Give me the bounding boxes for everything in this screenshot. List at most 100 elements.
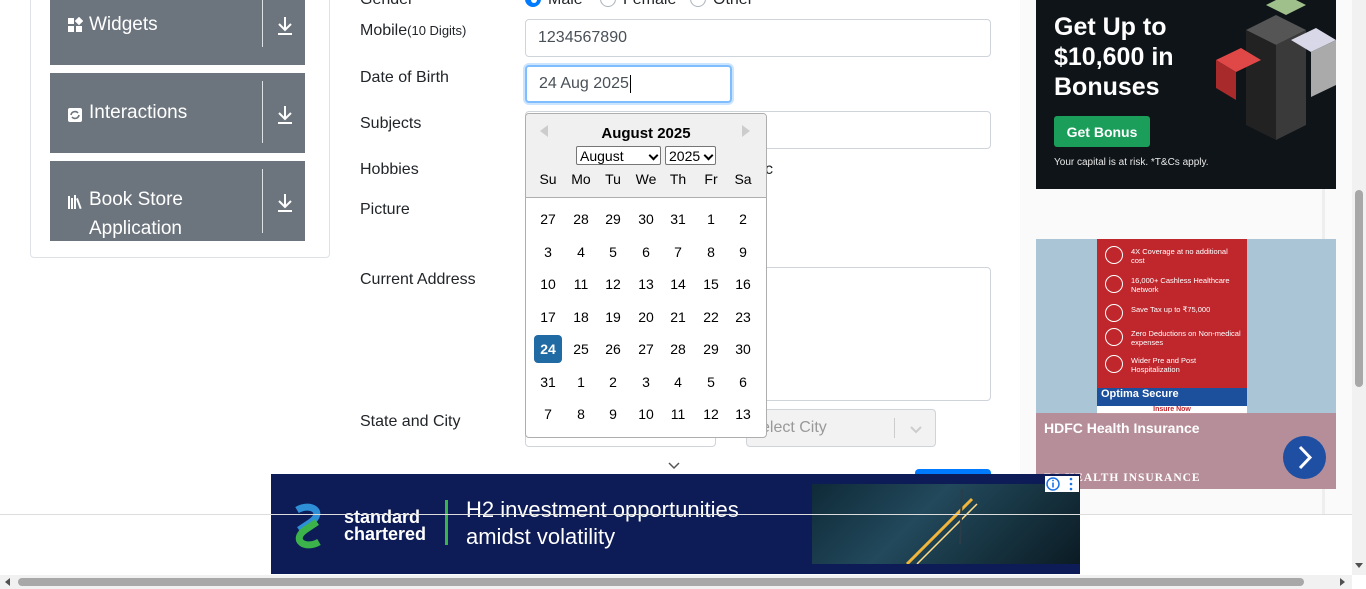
- download-arrow-icon[interactable]: [273, 103, 297, 127]
- download-arrow-icon[interactable]: [273, 191, 297, 215]
- calendar-day[interactable]: 9: [729, 238, 757, 266]
- calendar-day[interactable]: 31: [534, 368, 562, 396]
- logo-line2: chartered: [344, 524, 427, 544]
- benefit-text: Zero Deductions on Non-medical expenses: [1131, 329, 1241, 347]
- calendar-day[interactable]: 1: [567, 368, 595, 396]
- calendar-day[interactable]: 8: [567, 400, 595, 428]
- ad-hdfc-insurance[interactable]: 4X Coverage at no additional cost 16,000…: [1036, 239, 1336, 489]
- divider: [894, 418, 895, 438]
- sidebar-group-label: Interactions: [89, 102, 188, 123]
- calendar-day[interactable]: 23: [729, 303, 757, 331]
- calendar-day[interactable]: 28: [567, 205, 595, 233]
- gender-other-label[interactable]: Other: [713, 0, 753, 9]
- calendar-day[interactable]: 30: [729, 335, 757, 363]
- calendar-day[interactable]: 31: [664, 205, 692, 233]
- calendar-day[interactable]: 2: [599, 368, 627, 396]
- calendar-day[interactable]: 22: [697, 303, 725, 331]
- calendar-day[interactable]: 27: [632, 335, 660, 363]
- footer-divider: [0, 514, 1366, 515]
- calendar-day[interactable]: 26: [599, 335, 627, 363]
- datepicker-popup: August 2025 August 2025 Su Mo Tu We Th Fr Sa 2…: [525, 113, 767, 438]
- scroll-down-icon[interactable]: [1354, 560, 1364, 570]
- calendar-day[interactable]: 16: [729, 270, 757, 298]
- horizontal-scroll-thumb[interactable]: [18, 578, 1304, 586]
- gender-male-label[interactable]: Male: [548, 0, 583, 9]
- mobile-value: 1234567890: [538, 29, 627, 46]
- dob-input[interactable]: 24 Aug 2025: [525, 65, 732, 103]
- ad-cubes-graphic: [1216, 0, 1336, 140]
- gender-label: Gender: [360, 0, 413, 9]
- gender-female-radio[interactable]: [600, 0, 616, 7]
- calendar-day[interactable]: 2: [729, 205, 757, 233]
- calendar-day[interactable]: 7: [534, 400, 562, 428]
- download-arrow-icon[interactable]: [273, 14, 297, 38]
- calendar-day[interactable]: 10: [632, 400, 660, 428]
- calendar-day[interactable]: 28: [664, 335, 692, 363]
- calendar-day[interactable]: 6: [729, 368, 757, 396]
- calendar-day[interactable]: 29: [697, 335, 725, 363]
- calendar-day[interactable]: 19: [599, 303, 627, 331]
- calendar-day[interactable]: 14: [664, 270, 692, 298]
- calendar-day[interactable]: 30: [632, 205, 660, 233]
- calendar-day[interactable]: 25: [567, 335, 595, 363]
- benefit-icon: [1105, 275, 1123, 293]
- year-select[interactable]: 2025: [665, 146, 716, 165]
- day-name: Sa: [734, 171, 752, 187]
- calendar-day[interactable]: 12: [599, 270, 627, 298]
- calendar-day[interactable]: 11: [664, 400, 692, 428]
- state-city-label: State and City: [360, 413, 461, 430]
- standard-chartered-logo-icon: [295, 503, 321, 549]
- calendar-day[interactable]: 13: [729, 400, 757, 428]
- calendar-day[interactable]: 1: [697, 205, 725, 233]
- calendar-day[interactable]: 12: [697, 400, 725, 428]
- ad-choices-badge[interactable]: [1045, 476, 1079, 492]
- scroll-right-icon[interactable]: [1337, 577, 1347, 587]
- calendar-day[interactable]: 4: [664, 368, 692, 396]
- ad-next-button[interactable]: [1283, 436, 1326, 479]
- sidebar-group-book-store[interactable]: Book Store Application: [50, 161, 305, 241]
- calendar-day[interactable]: 3: [534, 238, 562, 266]
- benefit-icon: [1105, 246, 1123, 264]
- month-select[interactable]: August: [576, 146, 661, 165]
- calendar-day[interactable]: 9: [599, 400, 627, 428]
- calendar-day[interactable]: 5: [599, 238, 627, 266]
- ad-standard-chartered[interactable]: standard chartered H2 investment opportun…: [271, 474, 1080, 574]
- info-icon[interactable]: [1045, 476, 1079, 492]
- vertical-scroll-thumb[interactable]: [1355, 190, 1363, 387]
- sidebar-group-widgets[interactable]: Widgets: [50, 0, 305, 65]
- calendar-day[interactable]: 18: [567, 303, 595, 331]
- calendar-day[interactable]: 11: [567, 270, 595, 298]
- gender-male-radio[interactable]: [525, 0, 541, 7]
- ad-bridge-photo: [812, 484, 1080, 566]
- mobile-input[interactable]: 1234567890: [525, 19, 991, 57]
- calendar-day[interactable]: 5: [697, 368, 725, 396]
- sidebar-group-interactions[interactable]: Interactions: [50, 73, 305, 153]
- calendar-day[interactable]: 8: [697, 238, 725, 266]
- text-cursor: [629, 75, 631, 93]
- month-select-value: August: [580, 147, 624, 164]
- calendar-day[interactable]: 10: [534, 270, 562, 298]
- calendar-day[interactable]: 21: [664, 303, 692, 331]
- gender-other-radio[interactable]: [690, 0, 706, 7]
- chevron-down-icon: [648, 150, 659, 161]
- divider: [262, 81, 263, 143]
- gender-female-label[interactable]: Female: [623, 0, 676, 9]
- ad-bonus-banner[interactable]: Get Up to $10,600 in Bonuses Get Bonus Y…: [1036, 0, 1336, 189]
- calendar-day-selected[interactable]: 24: [534, 335, 562, 363]
- city-select[interactable]: elect City: [746, 409, 936, 447]
- calendar-day[interactable]: 6: [632, 238, 660, 266]
- calendar-day[interactable]: 27: [534, 205, 562, 233]
- calendar-day[interactable]: 3: [632, 368, 660, 396]
- calendar-day[interactable]: 29: [599, 205, 627, 233]
- calendar-day[interactable]: 20: [632, 303, 660, 331]
- scroll-left-icon[interactable]: [3, 577, 13, 587]
- day-name: Mo: [571, 171, 591, 187]
- get-bonus-button[interactable]: Get Bonus: [1054, 116, 1150, 147]
- calendar-day[interactable]: 17: [534, 303, 562, 331]
- day-name: Fr: [704, 171, 718, 187]
- calendar-day[interactable]: 15: [697, 270, 725, 298]
- calendar-day[interactable]: 13: [632, 270, 660, 298]
- next-month-icon[interactable]: [742, 125, 750, 137]
- calendar-day[interactable]: 4: [567, 238, 595, 266]
- calendar-day[interactable]: 7: [664, 238, 692, 266]
